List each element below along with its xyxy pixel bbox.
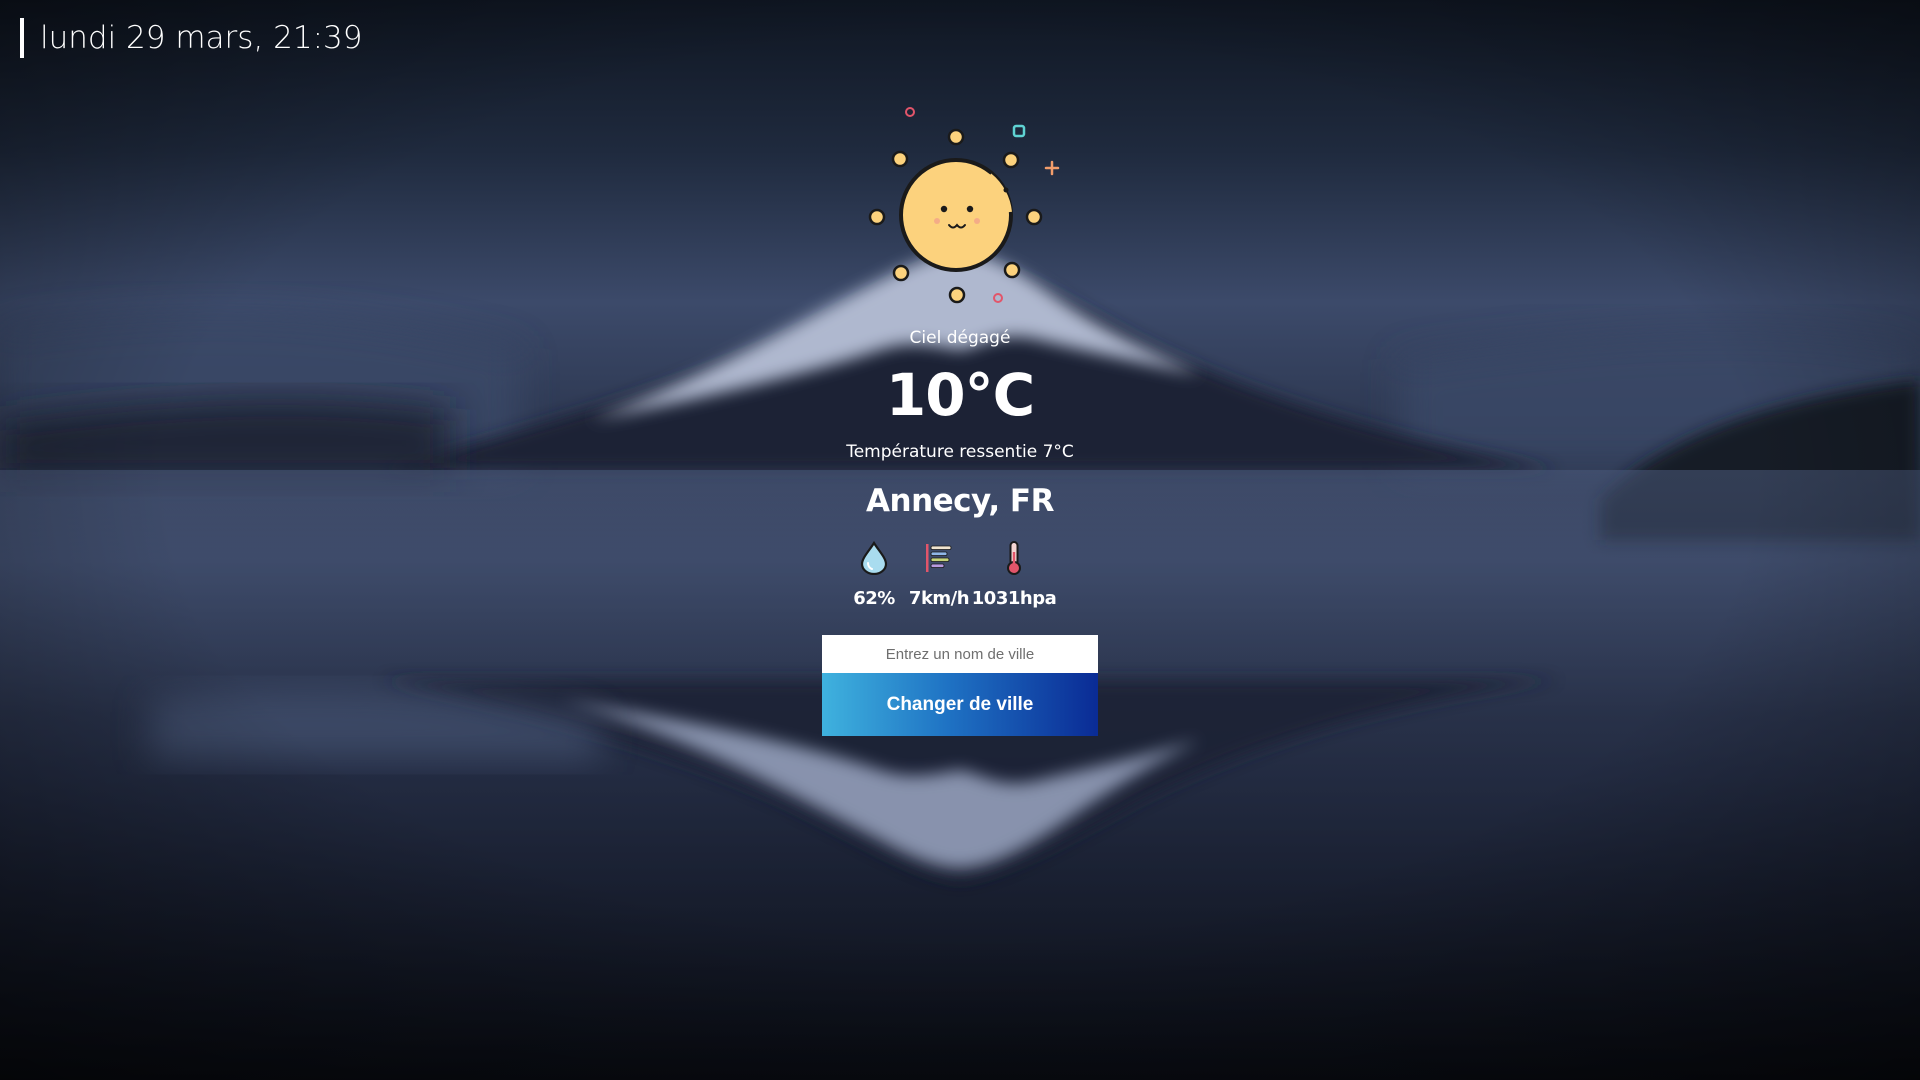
- change-city-button[interactable]: Changer de ville: [822, 673, 1098, 736]
- water-drop-icon: [854, 538, 894, 578]
- wind-stat: 7km/h: [906, 538, 972, 610]
- weather-description: Ciel dégagé: [909, 328, 1011, 348]
- humidity-value: 62%: [853, 588, 895, 609]
- datetime-display: lundi 29 mars, 21:39: [20, 18, 363, 58]
- thermometer-icon: [994, 538, 1034, 578]
- city-name: Annecy, FR: [866, 483, 1054, 519]
- pressure-value: 1031hpa: [971, 588, 1057, 609]
- wind-value: 7km/h: [908, 588, 970, 609]
- humidity-stat: 62%: [842, 538, 906, 610]
- sun-icon: [860, 100, 1060, 310]
- feels-like-text: Température ressentie 7°C: [846, 442, 1074, 462]
- wind-icon: [919, 538, 959, 578]
- app-root: lundi 29 mars, 21:39 Ciel dégagé 10°C Te…: [0, 0, 1920, 1080]
- pressure-stat: 1031hpa: [971, 538, 1057, 610]
- temperature-value: 10°C: [885, 361, 1035, 429]
- city-search-input[interactable]: [822, 635, 1098, 673]
- weather-stats: 62% 7km/h 1031hpa: [842, 538, 1057, 610]
